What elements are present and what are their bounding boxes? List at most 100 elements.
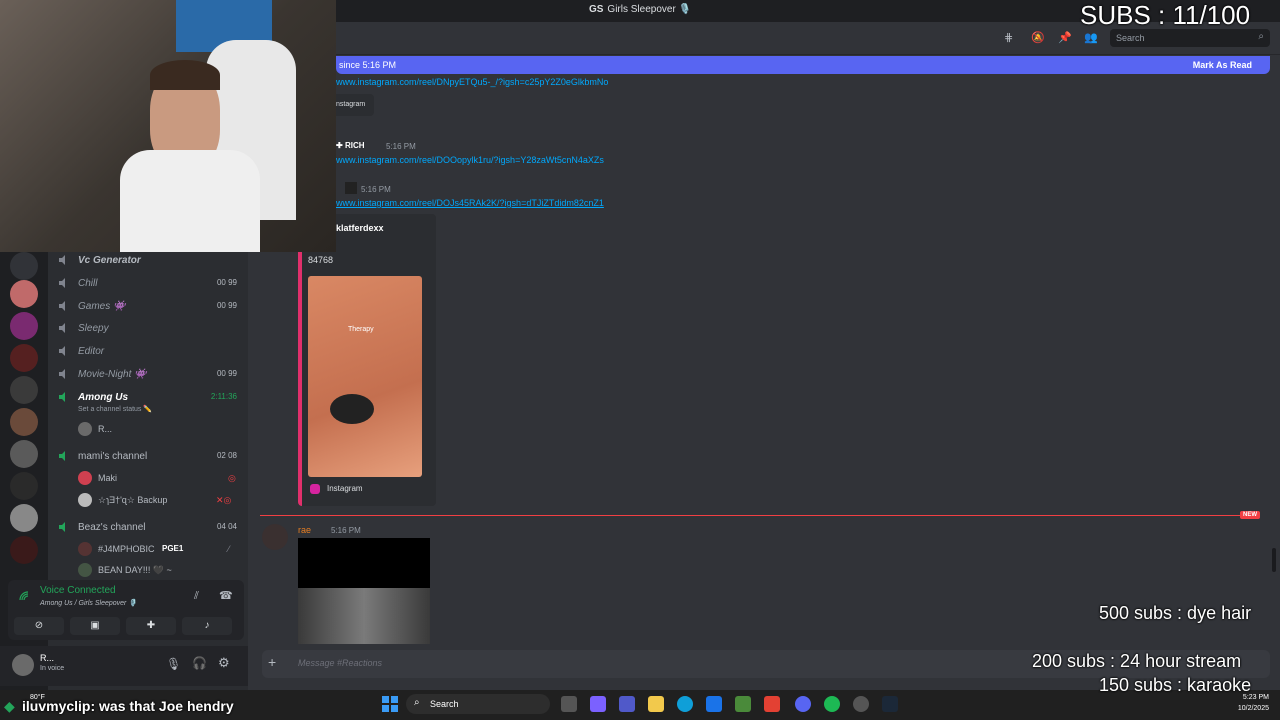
teams-icon[interactable] (619, 696, 635, 712)
members-icon[interactable]: 👥 (1084, 31, 1098, 44)
search-icon: ⌕ (1258, 31, 1264, 42)
embed-image[interactable]: Therapy (308, 276, 422, 477)
embed-author[interactable]: klatferdexx (336, 223, 384, 233)
channel-status[interactable]: Set a channel status ✏️ (78, 405, 152, 413)
muted-icon: ✕◎ (216, 495, 232, 505)
speaker-icon (59, 522, 65, 532)
noise-suppression-icon[interactable]: ⫽ (194, 590, 199, 603)
camera-off-icon: ⊘ (34, 620, 44, 631)
avatar[interactable] (345, 182, 357, 194)
speaker-icon (59, 278, 65, 288)
minecraft-icon[interactable] (735, 696, 751, 712)
camera-button[interactable]: ⊘ (14, 617, 64, 635)
goal-text: 150 subs : karaoke (1099, 675, 1252, 695)
spotify-icon[interactable] (824, 696, 840, 712)
app-icon[interactable] (853, 696, 869, 712)
server-icon[interactable] (10, 408, 38, 436)
speaker-icon (59, 392, 65, 402)
server-icon[interactable] (10, 504, 38, 532)
username[interactable]: R... (40, 653, 54, 663)
gear-icon[interactable]: ⚙ (218, 655, 230, 671)
goal-text: 500 subs : dye hair (1099, 603, 1252, 623)
file-explorer-icon[interactable] (648, 696, 664, 712)
server-icon[interactable] (10, 376, 38, 404)
embed-description: 84768 (308, 255, 334, 265)
speaker-icon (59, 301, 65, 311)
voice-location[interactable]: Among Us / Girls Sleepover 🎙️ (40, 599, 137, 607)
pin-icon[interactable]: 📌 (1058, 31, 1072, 44)
signal-icon (19, 591, 29, 601)
screen-icon: ▣ (90, 620, 100, 631)
message-link[interactable]: www.instagram.com/reel/DOOopylk1ru/?igsh… (336, 155, 604, 165)
server-icon[interactable] (10, 536, 38, 564)
channel-beaz[interactable]: Beaz's channel 04 04 (58, 519, 243, 537)
speaker-icon (59, 255, 65, 265)
server-icon[interactable] (10, 252, 38, 280)
instagram-icon (310, 484, 320, 494)
message-author[interactable]: rae (298, 525, 311, 535)
avatar (78, 471, 92, 485)
search-icon: ⌕ (414, 697, 420, 708)
scrollbar[interactable] (1272, 548, 1276, 572)
taskbar-search[interactable]: ⌕ Search (406, 694, 550, 714)
voice-status[interactable]: Voice Connected (40, 585, 116, 596)
goal-text: 200 subs : 24 hour stream (1032, 651, 1242, 671)
server-icon[interactable] (10, 280, 38, 308)
embed-footer: Instagram (327, 484, 363, 493)
speaker-icon (59, 451, 65, 461)
activities-icon: ✚ (146, 620, 156, 631)
activities-button[interactable]: ✚ (126, 617, 176, 635)
windows-start-icon[interactable] (382, 696, 398, 712)
message-image[interactable] (298, 538, 430, 644)
avatar (78, 542, 92, 556)
screenshare-button[interactable]: ▣ (70, 617, 120, 635)
add-attachment-icon[interactable]: + (268, 654, 276, 670)
user-panel (0, 646, 248, 686)
message-link[interactable]: www.instagram.com/reel/DOJs45RAk2K/?igsh… (336, 198, 604, 208)
server-icon[interactable] (10, 472, 38, 500)
microphone-icon[interactable]: 🎙 (166, 657, 181, 671)
webcam-feed (0, 0, 336, 252)
avatar (78, 422, 92, 436)
channel-games[interactable]: Games 👾 00 99 (58, 298, 243, 316)
task-view-icon[interactable] (561, 696, 577, 712)
avatar[interactable] (12, 654, 34, 676)
avatar (78, 563, 92, 577)
avatar[interactable] (262, 524, 288, 550)
channel-sleepy[interactable]: Sleepy (58, 320, 243, 338)
headphones-icon[interactable]: 🎧 (192, 656, 207, 670)
message-link[interactable]: www.instagram.com/reel/DNpyETQu5-_/?igsh… (336, 77, 608, 87)
speaker-icon (59, 369, 65, 379)
search-input[interactable]: Search ⌕ (1110, 29, 1270, 47)
message-timestamp: 5:16 PM (386, 142, 416, 151)
message-author[interactable]: ✚ RICH (336, 141, 365, 150)
server-icon[interactable] (10, 312, 38, 340)
mute-icon[interactable]: 🔕 (1031, 31, 1045, 44)
copilot-icon[interactable] (590, 696, 606, 712)
user-status: In voice (40, 665, 65, 672)
threads-icon[interactable]: ⋕ (1004, 31, 1013, 44)
speaker-icon (59, 346, 65, 356)
disconnect-icon[interactable]: ☎ (219, 589, 233, 602)
channel-movie-night[interactable]: Movie-Night 👾 00 99 (58, 366, 243, 384)
app-icon[interactable] (764, 696, 780, 712)
discord-icon[interactable] (795, 696, 811, 712)
new-badge: NEW (1240, 511, 1260, 519)
edge-icon[interactable] (677, 696, 693, 712)
channel-vc-generator[interactable]: Vc Generator (58, 252, 243, 270)
channel-editor[interactable]: Editor (58, 343, 243, 361)
server-icon[interactable] (10, 440, 38, 468)
server-icon[interactable] (10, 344, 38, 372)
mark-read-button[interactable]: Mark As Read (1193, 60, 1252, 70)
chat-badge-icon: ◆ (4, 698, 15, 714)
stream-chat-message: iluvmyclip: was that Joe hendry (22, 698, 234, 714)
deafened-icon: ◎ (228, 473, 236, 483)
clock-date[interactable]: 10/2/2025 (1229, 705, 1269, 712)
steam-icon[interactable] (882, 696, 898, 712)
store-icon[interactable] (706, 696, 722, 712)
channel-chill[interactable]: Chill 00 99 (58, 275, 243, 293)
soundboard-button[interactable]: ♪ (182, 617, 232, 635)
new-messages-banner[interactable]: since 5:16 PM Mark As Read (336, 56, 1270, 74)
message-placeholder: Message #Reactions (298, 658, 383, 668)
channel-mamis[interactable]: mami's channel 02 08 (58, 448, 243, 466)
